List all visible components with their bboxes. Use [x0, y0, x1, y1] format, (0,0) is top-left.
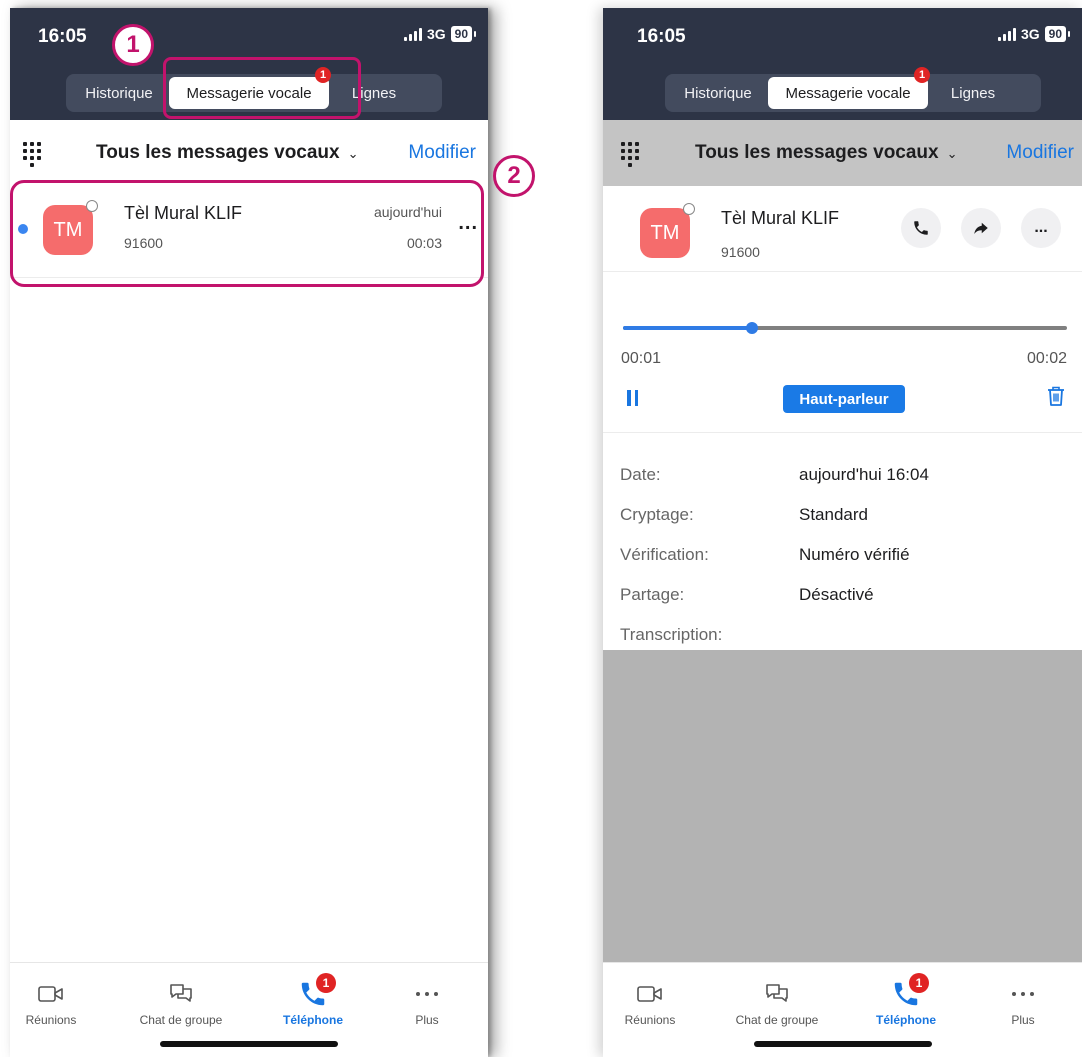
tab-meetings-label: Réunions — [25, 1013, 77, 1027]
top-bar: 16:05 3G 90 Historique Messagerie vocale… — [603, 8, 1082, 120]
forward-button[interactable] — [961, 208, 1001, 248]
pause-icon[interactable] — [627, 390, 638, 406]
verification-value: Numéro vérifié — [799, 545, 910, 564]
network-type: 3G — [426, 26, 446, 42]
filter-label: Tous les messages vocaux — [96, 142, 340, 163]
phone-tab-badge: 1 — [316, 973, 336, 993]
encryption-label: Cryptage: — [620, 505, 694, 524]
call-back-button[interactable] — [901, 208, 941, 248]
step-marker-2: 2 — [493, 155, 535, 197]
audio-player: 00:01 00:02 Haut-parleur — [603, 272, 1082, 432]
segmented-control: Historique Messagerie vocale 1 Lignes — [665, 67, 1041, 112]
voicemail-subheader: Tous les messages vocaux ⌄ Modifier — [603, 120, 1082, 186]
avatar-initials: TM — [650, 221, 680, 244]
total-time: 00:02 — [1026, 350, 1067, 367]
message-details: Date: aujourd'hui 16:04 Cryptage: Standa… — [603, 432, 1082, 650]
playback-handle[interactable] — [745, 322, 758, 334]
chat-icon — [722, 977, 832, 1011]
avatar: TM — [640, 203, 695, 258]
status-time: 16:05 — [38, 26, 87, 47]
voicemail-subheader: Tous les messages vocaux ⌄ Modifier — [10, 120, 488, 186]
elapsed-time: 00:01 — [621, 350, 662, 367]
modify-button[interactable]: Modifier — [1006, 142, 1074, 164]
more-icon — [968, 977, 1078, 1011]
video-icon — [10, 977, 106, 1011]
tab-phone-label: Téléphone — [875, 1013, 936, 1027]
tab-meetings-label: Réunions — [624, 1013, 676, 1027]
signal-icon — [997, 27, 1016, 41]
chevron-down-icon: ⌄ — [347, 146, 359, 161]
tab-phone[interactable]: 1 Téléphone — [258, 973, 368, 1027]
filter-dropdown[interactable]: Tous les messages vocaux ⌄ — [695, 142, 958, 164]
playback-progress — [623, 326, 752, 330]
tab-phone-label: Téléphone — [282, 1013, 343, 1027]
step-marker-1: 1 — [112, 24, 154, 66]
phone-icon: 1 — [258, 973, 368, 1011]
trash-icon[interactable] — [1046, 385, 1066, 412]
tab-history[interactable]: Historique — [668, 77, 768, 109]
more-options-button[interactable]: ... — [1021, 208, 1061, 248]
dialpad-icon[interactable] — [23, 142, 41, 167]
speaker-button[interactable]: Haut-parleur — [783, 385, 905, 413]
dimmed-background — [603, 650, 1082, 962]
phone-tab-badge: 1 — [909, 973, 929, 993]
playback-slider[interactable] — [623, 322, 1067, 334]
tab-voicemail[interactable]: Messagerie vocale 1 — [768, 67, 930, 109]
tab-history[interactable]: Historique — [69, 77, 169, 109]
home-indicator — [160, 1041, 338, 1047]
tab-more-label: Plus — [415, 1013, 439, 1027]
phone-icon: 1 — [851, 973, 961, 1011]
bottom-tab-bar: Réunions Chat de groupe 1 Téléphone Plus — [603, 962, 1082, 1057]
date-label: Date: — [620, 465, 661, 484]
tab-group-chat-label: Chat de groupe — [139, 1013, 223, 1027]
modify-button[interactable]: Modifier — [408, 142, 476, 164]
encryption-value: Standard — [799, 505, 868, 524]
callout-box-message-item — [10, 180, 484, 287]
share-icon — [974, 222, 988, 234]
chat-icon — [126, 977, 236, 1011]
battery-icon: 90 — [450, 26, 477, 42]
tab-voicemail-label: Messagerie vocale — [785, 84, 911, 102]
bottom-tab-bar: Réunions Chat de groupe 1 Téléphone Plus — [10, 962, 488, 1057]
phone-screen-voicemail-list: 16:05 3G 90 Historique Messagerie vocale… — [10, 8, 488, 1057]
phone-screen-voicemail-detail: 16:05 3G 90 Historique Messagerie vocale… — [603, 8, 1082, 1057]
date-value: aujourd'hui 16:04 — [799, 465, 929, 484]
message-detail-header: TM Tèl Mural KLIF 91600 ... — [603, 186, 1082, 272]
tab-meetings[interactable]: Réunions — [603, 977, 705, 1027]
chevron-down-icon: ⌄ — [946, 146, 958, 161]
tab-group-chat[interactable]: Chat de groupe — [126, 977, 236, 1027]
transcription-label: Transcription: — [620, 625, 723, 644]
presence-status-icon — [683, 203, 695, 215]
caller-number: 91600 — [721, 244, 760, 260]
tab-group-chat-label: Chat de groupe — [735, 1013, 819, 1027]
status-time: 16:05 — [637, 26, 686, 47]
signal-icon — [403, 27, 422, 41]
network-type: 3G — [1020, 26, 1040, 42]
sharing-value: Désactivé — [799, 585, 874, 604]
verification-label: Vérification: — [620, 545, 709, 564]
home-indicator — [753, 1041, 932, 1047]
filter-dropdown[interactable]: Tous les messages vocaux ⌄ — [96, 142, 359, 164]
tab-phone[interactable]: 1 Téléphone — [851, 973, 961, 1027]
call-icon — [914, 221, 928, 235]
tab-more[interactable]: Plus — [968, 977, 1078, 1027]
tab-group-chat[interactable]: Chat de groupe — [722, 977, 832, 1027]
caller-name: Tèl Mural KLIF — [721, 208, 840, 228]
callout-box-voicemail-tab — [163, 57, 361, 119]
status-indicators: 3G 90 — [403, 26, 477, 42]
tab-meetings[interactable]: Réunions — [10, 977, 106, 1027]
dialpad-icon[interactable] — [621, 142, 639, 167]
status-indicators: 3G 90 — [997, 26, 1071, 42]
tab-lines[interactable]: Lignes — [928, 77, 1018, 109]
tab-more[interactable]: Plus — [372, 977, 482, 1027]
video-icon — [603, 977, 705, 1011]
filter-label: Tous les messages vocaux — [695, 142, 939, 163]
sharing-label: Partage: — [620, 585, 685, 604]
more-icon — [372, 977, 482, 1011]
tab-more-label: Plus — [1011, 1013, 1035, 1027]
battery-icon: 90 — [1044, 26, 1071, 42]
